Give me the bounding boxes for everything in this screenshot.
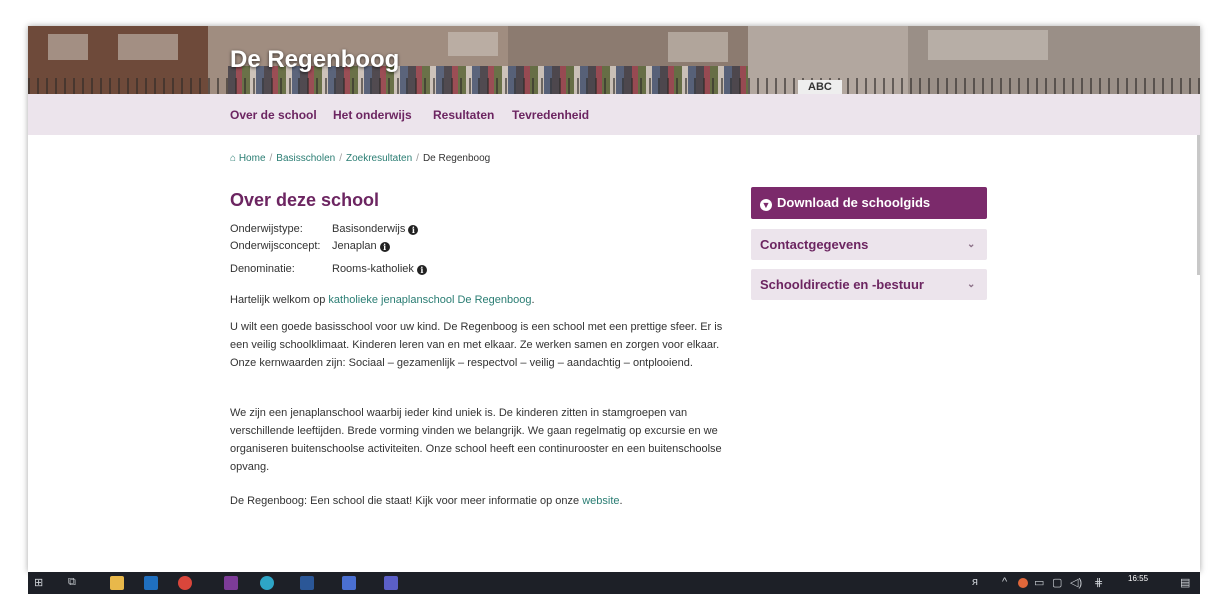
onenote-icon[interactable] (224, 576, 238, 590)
closing-text: De Regenboog: Een school die staat! Kijk… (230, 495, 583, 507)
concept-paragraph: We zijn een jenaplanschool waarbij ieder… (230, 407, 722, 473)
banner-window (928, 30, 1048, 60)
windows-start-icon[interactable]: ⊞ (34, 576, 43, 589)
meta-onderwijsconcept: Onderwijsconcept: Jenaplan i (230, 240, 390, 252)
banner-window (48, 34, 88, 60)
meta-denominatie: Denominatie: Rooms-katholiek i (230, 263, 427, 275)
nav-over-de-school[interactable]: Over de school (230, 108, 317, 122)
battery-icon[interactable]: ▭ (1034, 576, 1044, 589)
meta-onderwijstype: Onderwijstype: Basisonderwijs i (230, 223, 419, 235)
main-nav: Over de school Het onderwijs Resultaten … (28, 94, 1200, 135)
meta-value: Jenaplan (332, 240, 377, 252)
breadcrumb-separator: / (416, 153, 419, 164)
info-icon[interactable]: i (408, 225, 419, 235)
language-icon[interactable]: ⋕ (1094, 576, 1103, 589)
meta-value: Rooms-katholiek (332, 263, 414, 275)
breadcrumb-home-label: Home (238, 153, 266, 164)
chevron-down-icon: ⌄ (967, 279, 976, 290)
welcome-paragraph: Hartelijk welkom op katholieke jenaplans… (230, 291, 730, 309)
chevron-up-icon[interactable]: ^ (1002, 576, 1007, 588)
taskbar: ⊞ ⧉ ᴙ ^ ▭ ▢ ◁) ⋕ 16:55 ▤ (28, 572, 1200, 594)
accordion-label: Schooldirectie en -bestuur (760, 277, 924, 292)
clock-time: 16:55 (1128, 574, 1149, 583)
breadcrumb-zoekresultaten[interactable]: Zoekresultaten (346, 153, 412, 164)
notifications-icon[interactable]: ▤ (1180, 576, 1190, 589)
breadcrumb-separator: / (339, 153, 342, 164)
volume-icon[interactable]: ◁) (1070, 576, 1082, 589)
banner-window (118, 34, 178, 60)
network-icon[interactable]: ▢ (1052, 576, 1062, 589)
meta-key: Onderwijstype: (230, 223, 303, 235)
edge-icon[interactable] (260, 576, 274, 590)
browser-window: ABC De Regenboog Over de school Het onde… (28, 26, 1200, 572)
teams-icon[interactable] (384, 576, 398, 590)
banner-window (448, 32, 498, 56)
word-icon[interactable] (300, 576, 314, 590)
chrome-icon[interactable] (178, 576, 192, 590)
scrollbar[interactable] (1197, 135, 1200, 275)
home-icon: ⌂ (230, 153, 237, 164)
info-icon[interactable]: i (379, 242, 390, 252)
clock[interactable]: 16:55 (1128, 574, 1148, 584)
breadcrumb-current: De Regenboog (422, 153, 491, 164)
outlook-icon[interactable] (144, 576, 158, 590)
intro-paragraph: U wilt een goede basisschool voor uw kin… (230, 321, 723, 369)
people-icon[interactable]: ᴙ (972, 576, 978, 588)
closing-paragraph: De Regenboog: Een school die staat! Kijk… (230, 492, 730, 510)
breadcrumb-basisscholen[interactable]: Basisscholen (276, 153, 335, 164)
download-schoolgids-button[interactable]: ▼ Download de schoolgids (751, 187, 987, 219)
school-link[interactable]: katholieke jenaplanschool De Regenboog (328, 294, 531, 306)
nav-tevredenheid[interactable]: Tevredenheid (512, 108, 589, 122)
banner-railing (28, 78, 1200, 94)
download-icon: ▼ (760, 199, 772, 211)
download-label: Download de schoolgids (777, 195, 931, 210)
welcome-text: Hartelijk welkom op (230, 294, 329, 306)
website-link[interactable]: website (582, 495, 619, 507)
meta-key: Denominatie: (230, 263, 295, 275)
accordion-schooldirectie[interactable]: Schooldirectie en -bestuur ⌄ (751, 269, 987, 300)
defender-icon[interactable] (342, 576, 356, 590)
accordion-label: Contactgegevens (760, 237, 869, 252)
meta-key: Onderwijsconcept: (230, 240, 321, 252)
file-explorer-icon[interactable] (110, 576, 124, 590)
tray-app-icon[interactable] (1018, 578, 1028, 588)
page-heading: Over deze school (230, 190, 380, 210)
hero-banner: ABC De Regenboog (28, 26, 1200, 94)
nav-het-onderwijs[interactable]: Het onderwijs (333, 108, 412, 122)
accordion-contactgegevens[interactable]: Contactgegevens ⌄ (751, 229, 987, 260)
banner-window (668, 32, 728, 62)
chevron-down-icon: ⌄ (967, 239, 976, 250)
nav-resultaten[interactable]: Resultaten (433, 108, 494, 122)
welcome-suffix: . (531, 294, 535, 306)
breadcrumb: ⌂ Home / Basisscholen / Zoekresultaten / De Re… (230, 153, 490, 164)
breadcrumb-separator: / (269, 153, 273, 164)
banner-sign: ABC (798, 80, 842, 94)
site-title[interactable]: De Regenboog (230, 46, 399, 74)
meta-value: Basisonderwijs (332, 223, 406, 235)
task-view-icon[interactable]: ⧉ (68, 576, 76, 589)
info-icon[interactable]: i (416, 265, 427, 275)
breadcrumb-home[interactable]: ⌂ Home (230, 153, 266, 164)
closing-suffix: . (619, 495, 623, 507)
